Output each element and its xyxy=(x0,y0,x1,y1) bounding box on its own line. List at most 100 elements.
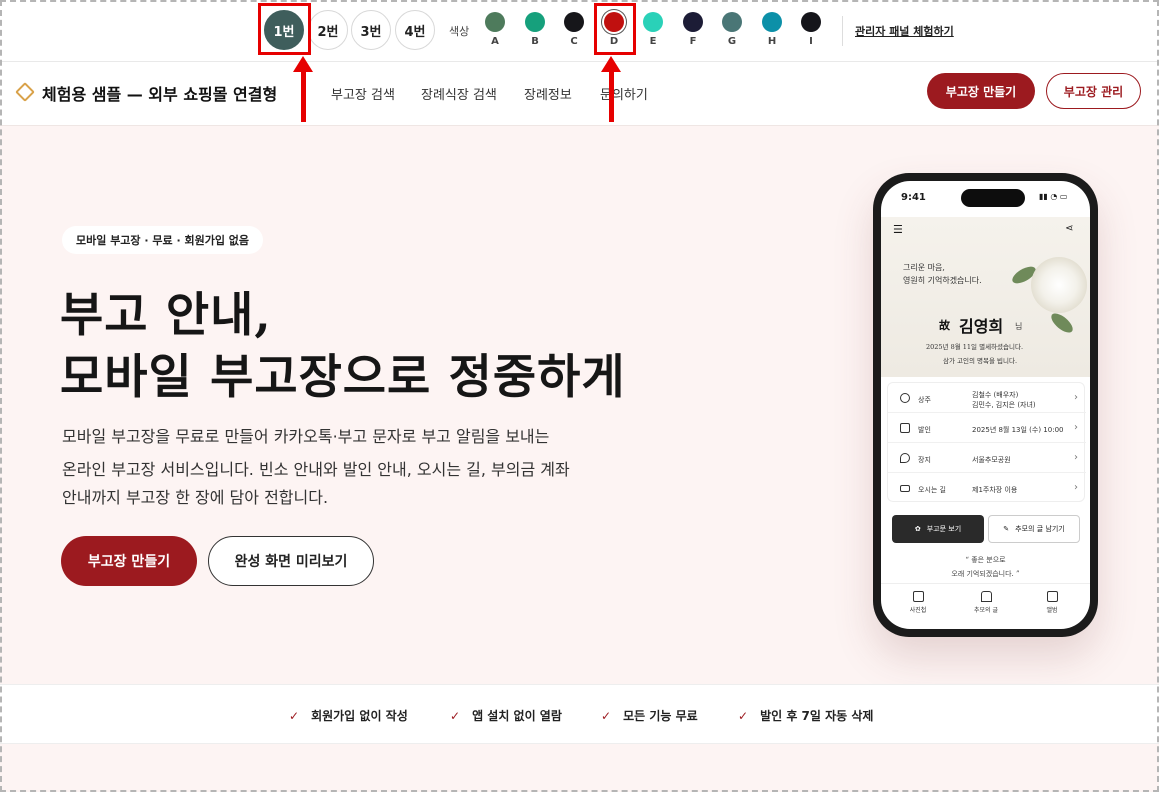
deceased-prefix: 故 xyxy=(939,319,950,332)
view-obituary-label: 부고문 보기 xyxy=(926,525,962,533)
main-nav: 체험용 샘플 — 외부 쇼핑몰 연결형 부고장 검색 장례식장 검색 장례정보 … xyxy=(0,62,1159,126)
hero-desc-line1: 모바일 부고장을 무료로 만들어 카카오톡·부고 문자로 부고 알림을 보내는 xyxy=(62,427,550,446)
candle-icon xyxy=(980,591,992,602)
chrysanthemum-icon xyxy=(1031,257,1087,313)
row-label: 오시는 길 xyxy=(918,486,946,494)
info-row-chief-mourner[interactable]: 상주 김철수 (배우자) 김민수, 김지은 (자녀) › xyxy=(888,383,1086,413)
quote-line2: 오래 기억되겠습니다. ” xyxy=(951,570,1020,578)
color-letter-c: C xyxy=(570,36,578,47)
row-label: 장지 xyxy=(918,456,931,464)
row-value: 서울추모공원 xyxy=(972,456,1011,464)
color-letter-i: I xyxy=(809,36,813,47)
nav-link-contact[interactable]: 문의하기 xyxy=(600,84,648,103)
color-swatch-c[interactable] xyxy=(564,12,584,32)
write-memorial-label: 추모의 글 남기기 xyxy=(1015,525,1065,533)
row-value: 제1주차장 이용 xyxy=(972,486,1018,494)
color-letter-h: H xyxy=(767,36,777,47)
share-icon[interactable]: ⋖ xyxy=(1065,223,1073,234)
chevron-right-icon: › xyxy=(1074,452,1078,463)
design-selector-bar: 1번 2번 3번 4번 색상 A B C D E F G H I 관리자 패널 … xyxy=(0,0,1159,62)
chevron-right-icon: › xyxy=(1074,392,1078,403)
hero-title-line2: 모바일 부고장으로 정중하게 xyxy=(60,350,626,405)
passing-date: 2025년 8월 11일 별세하셨습니다. xyxy=(926,343,1024,351)
row-label: 상주 xyxy=(918,396,931,404)
row-label: 발인 xyxy=(918,426,931,434)
feature-item: ✓ 발인 후 7일 자동 삭제 xyxy=(738,709,874,723)
condolence-text: 삼가 고인의 명복을 빕니다. xyxy=(943,357,1018,365)
nav-link-funeral-hall[interactable]: 장례식장 검색 xyxy=(421,84,497,103)
write-memorial-button[interactable]: ✎ 추모의 글 남기기 xyxy=(988,515,1080,543)
person-icon xyxy=(900,393,910,403)
album-icon xyxy=(1046,591,1058,602)
manage-notice-button[interactable]: 부고장 관리 xyxy=(1046,73,1141,109)
feature-strip: ✓ 회원가입 없이 작성 ✓ 앱 설치 없이 열람 ✓ 모든 기능 무료 ✓ 발인 후 … xyxy=(0,684,1159,744)
row-value-2: 김민수, 김지은 (자녀) xyxy=(972,401,1036,409)
feature-item: ✓ 회원가입 없이 작성 xyxy=(289,709,408,723)
next-section-bg xyxy=(0,744,1159,792)
tab-album[interactable]: 앨범 xyxy=(1027,591,1077,614)
info-row-directions[interactable]: 오시는 길 제1주차장 이용 › xyxy=(888,473,1086,503)
check-icon: ✓ xyxy=(450,709,461,723)
row-value: 김철수 (배우자) xyxy=(972,391,1019,399)
nav-link-funeral-info[interactable]: 장례정보 xyxy=(524,84,572,103)
signal-wifi-battery-icon: ▮▮ ◔ ▭ xyxy=(1039,192,1068,201)
honorific: 님 xyxy=(1015,322,1023,331)
calendar-icon xyxy=(900,423,910,433)
divider xyxy=(842,16,843,46)
arrow-up-icon xyxy=(293,56,313,122)
color-label: 색상 xyxy=(449,25,470,38)
hero-desc-line3: 안내까지 부고장 한 장에 담아 전합니다. xyxy=(62,488,329,507)
color-letter-g: G xyxy=(727,36,737,47)
photo-icon xyxy=(912,591,924,602)
color-letter-b: B xyxy=(531,36,539,47)
version-2-button[interactable]: 2번 xyxy=(308,10,348,50)
nav-link-search-notice[interactable]: 부고장 검색 xyxy=(331,84,395,103)
feature-item: ✓ 모든 기능 무료 xyxy=(601,709,698,723)
tabbar-divider xyxy=(881,583,1090,584)
greeting-line2: 영원히 기억하겠습니다. xyxy=(903,276,982,285)
phone-mockup: 9:41 ▮▮ ◔ ▭ ☰ ⋖ 그리운 마음, 영원히 기억하겠습니다. 故 김… xyxy=(873,173,1098,637)
info-row-departure[interactable]: 발인 2025년 8월 13일 (수) 10:00 › xyxy=(888,413,1086,443)
check-icon: ✓ xyxy=(289,709,300,723)
highlight-box-color xyxy=(594,3,636,55)
view-obituary-button[interactable]: ✿ 부고문 보기 xyxy=(892,515,984,543)
color-letter-a: A xyxy=(491,36,499,47)
quote-line1: “ 좋은 분으로 xyxy=(965,556,1006,564)
check-icon: ✓ xyxy=(738,709,749,723)
quote-close-icon: ” xyxy=(1013,570,1020,578)
hero-tag: 모바일 부고장 · 무료 · 회원가입 없음 xyxy=(62,226,264,254)
version-4-button[interactable]: 4번 xyxy=(395,10,435,50)
gear-icon: ✿ xyxy=(914,525,921,533)
chevron-right-icon: › xyxy=(1074,422,1078,433)
color-swatch-i[interactable] xyxy=(801,12,821,32)
check-icon: ✓ xyxy=(601,709,612,723)
logo-icon xyxy=(15,82,35,102)
tab-photos[interactable]: 사진첩 xyxy=(893,591,943,614)
car-icon xyxy=(900,485,910,492)
admin-panel-link[interactable]: 관리자 패널 체험하기 xyxy=(855,23,954,39)
color-swatch-a[interactable] xyxy=(485,12,505,32)
memorial-hero: ☰ ⋖ 그리운 마음, 영원히 기억하겠습니다. 故 김영희 님 2025년 8… xyxy=(881,217,1090,377)
preview-button[interactable]: 완성 화면 미리보기 xyxy=(208,536,374,586)
phone-screen: 9:41 ▮▮ ◔ ▭ ☰ ⋖ 그리운 마음, 영원히 기억하겠습니다. 故 김… xyxy=(881,181,1090,629)
color-swatch-f[interactable] xyxy=(683,12,703,32)
color-swatch-b[interactable] xyxy=(525,12,545,32)
feature-item: ✓ 앱 설치 없이 열람 xyxy=(450,709,562,723)
leaf-icon xyxy=(1048,310,1076,336)
arrow-up-icon xyxy=(601,56,621,122)
brand-title[interactable]: 체험용 샘플 — 외부 쇼핑몰 연결형 xyxy=(42,81,277,105)
color-swatch-h[interactable] xyxy=(762,12,782,32)
hero-desc-line2: 온라인 부고장 서비스입니다. 빈소 안내와 발인 안내, 오시는 길, 부의금… xyxy=(62,460,570,479)
create-notice-button[interactable]: 부고장 만들기 xyxy=(927,73,1035,109)
phone-time: 9:41 xyxy=(901,192,926,203)
color-swatch-g[interactable] xyxy=(722,12,742,32)
deceased-name: 김영희 xyxy=(959,317,1004,336)
color-swatch-e[interactable] xyxy=(643,12,663,32)
info-row-burial[interactable]: 장지 서울추모공원 › xyxy=(888,443,1086,473)
hero-create-button[interactable]: 부고장 만들기 xyxy=(61,536,197,586)
version-3-button[interactable]: 3번 xyxy=(351,10,391,50)
tab-memorial[interactable]: 추모의 글 xyxy=(961,591,1011,614)
color-letter-f: F xyxy=(689,36,697,47)
row-value: 2025년 8월 13일 (수) 10:00 xyxy=(972,426,1064,434)
menu-icon[interactable]: ☰ xyxy=(893,223,903,236)
